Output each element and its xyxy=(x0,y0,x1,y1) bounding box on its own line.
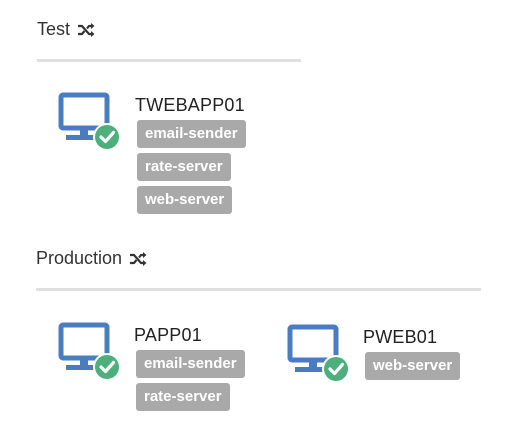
role-tag: email-sender xyxy=(136,350,245,378)
machine-name[interactable]: PWEB01 xyxy=(363,327,437,348)
role-tag: rate-server xyxy=(136,383,230,411)
monitor-icon xyxy=(58,92,121,151)
check-circle-icon xyxy=(95,125,119,149)
environment-name: Production xyxy=(36,248,123,268)
role-tag: web-server xyxy=(137,186,233,214)
environment-title-test: Test xyxy=(37,19,96,40)
role-tag: rate-server xyxy=(137,153,231,181)
environment-title-production: Production xyxy=(36,248,148,269)
check-circle-icon xyxy=(324,357,348,381)
section-divider xyxy=(37,59,301,62)
section-divider xyxy=(36,288,481,291)
role-tag: web-server xyxy=(365,352,461,380)
role-tag-list: web-server xyxy=(365,352,461,380)
machine-name[interactable]: TWEBAPP01 xyxy=(135,95,245,116)
shuffle-icon[interactable] xyxy=(128,249,148,269)
environments-page: Test TWEBAPP01 email-sender rate-server … xyxy=(0,0,505,430)
role-tag-list: email-sender rate-server web-server xyxy=(137,120,246,214)
check-circle-icon xyxy=(95,355,119,379)
monitor-icon xyxy=(58,322,121,381)
environment-name: Test xyxy=(37,19,71,39)
shuffle-icon[interactable] xyxy=(76,20,96,40)
machine-name[interactable]: PAPP01 xyxy=(134,325,202,346)
role-tag-list: email-sender rate-server xyxy=(136,350,245,411)
role-tag: email-sender xyxy=(137,120,246,148)
monitor-icon xyxy=(287,324,350,383)
